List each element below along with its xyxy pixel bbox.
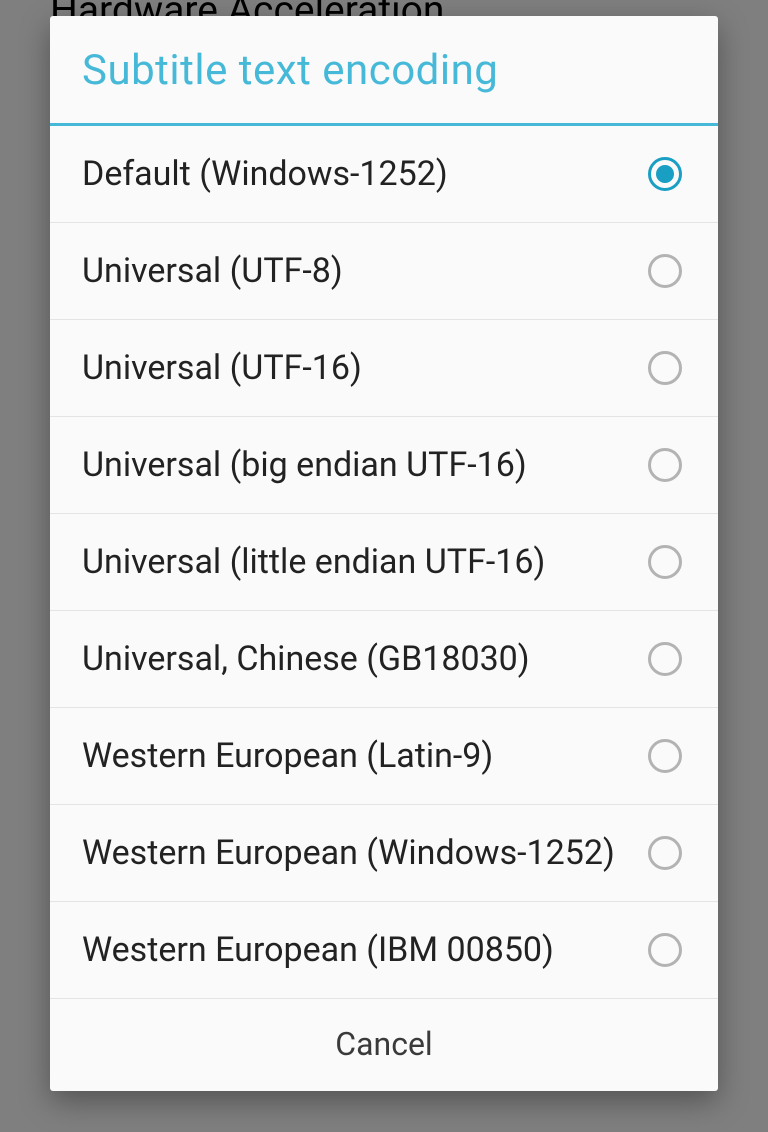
encoding-options-list: Default (Windows-1252) Universal (UTF-8) U… bbox=[50, 126, 718, 999]
encoding-option[interactable]: Universal (little endian UTF-16) bbox=[50, 514, 718, 611]
encoding-option-label: Western European (Windows-1252) bbox=[82, 818, 648, 889]
encoding-option-label: Universal (little endian UTF-16) bbox=[82, 527, 648, 598]
radio-icon bbox=[648, 933, 682, 967]
encoding-option-label: Default (Windows-1252) bbox=[82, 139, 648, 210]
encoding-option[interactable]: Universal (UTF-8) bbox=[50, 223, 718, 320]
cancel-button[interactable]: Cancel bbox=[50, 999, 718, 1091]
radio-icon bbox=[648, 254, 682, 288]
encoding-option[interactable]: Universal (UTF-16) bbox=[50, 320, 718, 417]
dialog-title: Subtitle text encoding bbox=[50, 16, 718, 126]
encoding-option[interactable]: Western European (Latin-9) bbox=[50, 708, 718, 805]
radio-icon bbox=[648, 448, 682, 482]
encoding-option[interactable]: Western European (IBM 00850) bbox=[50, 902, 718, 999]
radio-icon bbox=[648, 351, 682, 385]
radio-icon bbox=[648, 545, 682, 579]
encoding-option-label: Universal, Chinese (GB18030) bbox=[82, 624, 648, 695]
encoding-option[interactable]: Universal, Chinese (GB18030) bbox=[50, 611, 718, 708]
encoding-option[interactable]: Universal (big endian UTF-16) bbox=[50, 417, 718, 514]
radio-icon bbox=[648, 739, 682, 773]
encoding-option-label: Universal (UTF-16) bbox=[82, 333, 648, 404]
subtitle-encoding-dialog: Subtitle text encoding Default (Windows-… bbox=[50, 16, 718, 1091]
encoding-option-label: Universal (big endian UTF-16) bbox=[82, 430, 648, 501]
encoding-option-label: Western European (IBM 00850) bbox=[82, 915, 648, 986]
encoding-option[interactable]: Default (Windows-1252) bbox=[50, 126, 718, 223]
encoding-option[interactable]: Western European (Windows-1252) bbox=[50, 805, 718, 902]
radio-icon bbox=[648, 157, 682, 191]
radio-icon bbox=[648, 836, 682, 870]
encoding-option-label: Universal (UTF-8) bbox=[82, 236, 648, 307]
encoding-option-label: Western European (Latin-9) bbox=[82, 721, 648, 792]
radio-icon bbox=[648, 642, 682, 676]
